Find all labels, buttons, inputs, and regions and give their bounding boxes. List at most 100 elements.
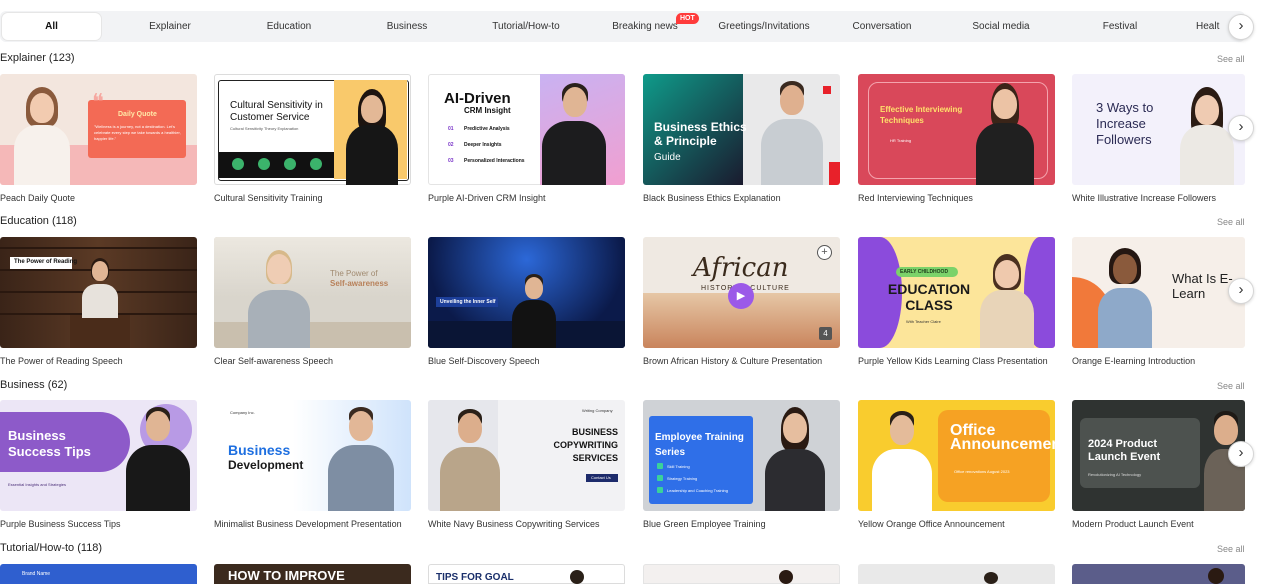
card-caption: Yellow Orange Office Announcement <box>858 519 1005 529</box>
template-card[interactable] <box>1072 564 1245 584</box>
avatar <box>759 81 825 185</box>
list-item: Skill Training <box>667 464 690 469</box>
explainer-next-button[interactable]: › <box>1228 115 1254 141</box>
template-card[interactable]: Employee Training Series Skill Training … <box>643 400 840 511</box>
template-card[interactable]: The Power of Reading <box>0 237 197 348</box>
card-heading: AI-Driven <box>444 90 511 107</box>
business-next-button[interactable]: › <box>1228 441 1254 467</box>
education-next-button[interactable]: › <box>1228 278 1254 304</box>
category-tab-bar: All Explainer Education Business Tutoria… <box>0 11 1245 42</box>
card-heading: African <box>693 253 789 283</box>
avatar <box>124 407 192 511</box>
send-icon <box>258 158 270 170</box>
card-heading: Effective Interviewing Techniques <box>880 105 963 125</box>
see-all-tutorial[interactable]: See all <box>1217 544 1245 554</box>
avatar <box>980 254 1034 348</box>
template-card[interactable]: What Is E-Learn <box>1072 237 1245 348</box>
template-card[interactable]: Brand Name <box>0 564 197 584</box>
card-heading: HOW TO IMPROVE <box>228 568 345 583</box>
card-subheading: Office renovations August 2023 <box>954 469 1010 474</box>
template-card[interactable]: TIPS FOR GOAL <box>428 564 625 584</box>
card-heading: Office Announcement <box>950 422 1055 453</box>
card-tag: EARLY CHILDHOOD <box>900 269 949 275</box>
template-card[interactable]: AI-Driven CRM Insight 01 Predictive Anal… <box>428 74 625 185</box>
tab-festival[interactable]: Festival <box>1080 11 1160 42</box>
template-card[interactable] <box>858 564 1055 584</box>
add-icon[interactable]: + <box>817 245 832 260</box>
card-caption: Purple AI-Driven CRM Insight <box>428 193 546 203</box>
tab-greetings[interactable]: Greetings/Invitations <box>710 11 818 42</box>
section-title-tutorial: Tutorial/How-to (118) <box>0 542 103 554</box>
slide-count-badge: 4 <box>819 327 832 340</box>
card-subheading: Self-awareness <box>330 279 389 288</box>
card-caption: Cultural Sensitivity Training <box>214 193 323 203</box>
chevron-right-icon: › <box>1238 281 1244 298</box>
template-card[interactable]: HOW TO IMPROVE <box>214 564 411 584</box>
card-heading: 2024 Product Launch Event <box>1088 438 1161 463</box>
card-caption: Peach Daily Quote <box>0 193 76 203</box>
card-heading: Cultural Sensitivity in Customer Service <box>230 100 323 123</box>
template-card[interactable] <box>643 564 840 584</box>
contact-button: Contact Us <box>591 475 611 480</box>
see-all-explainer[interactable]: See all <box>1217 54 1245 64</box>
template-card[interactable]: Unveiling the Inner Self <box>428 237 625 348</box>
avatar <box>512 274 556 348</box>
template-card[interactable]: Office Announcement Office renovations A… <box>858 400 1055 511</box>
see-all-education[interactable]: See all <box>1217 217 1245 227</box>
item-number: 03 <box>448 158 454 164</box>
template-card[interactable]: Company Inc. Business Development <box>214 400 411 511</box>
tab-tutorial[interactable]: Tutorial/How-to <box>476 11 576 42</box>
template-card[interactable]: Effective Interviewing Techniques HR Tra… <box>858 74 1055 185</box>
tab-education[interactable]: Education <box>249 11 329 42</box>
chat-icon <box>310 158 322 170</box>
card-subheading: CRM Insight <box>464 106 511 115</box>
avatar <box>974 81 1036 185</box>
card-subheading: With Teacher Claire <box>906 319 941 324</box>
card-subheading: HR Training <box>890 138 912 143</box>
tab-conversation[interactable]: Conversation <box>842 11 922 42</box>
list-item: Personalized Interactions <box>464 158 525 164</box>
chevron-right-icon: › <box>1238 17 1244 34</box>
item-number: 01 <box>448 126 454 132</box>
template-card[interactable]: 3 Ways to Increase Followers <box>1072 74 1245 185</box>
template-card[interactable]: African HISTORY & CULTURE ▶ + 4 <box>643 237 840 348</box>
card-caption: Blue Green Employee Training <box>643 519 766 529</box>
card-heading: Business Success Tips <box>8 428 91 459</box>
avatar <box>10 85 74 185</box>
template-card[interactable]: Business Success Tips Essential Insights… <box>0 400 197 511</box>
card-caption: Orange E-learning Introduction <box>1072 356 1196 366</box>
avatar <box>763 407 827 511</box>
card-caption: The Power of Reading Speech <box>0 356 123 366</box>
chevron-right-icon: › <box>1238 444 1244 461</box>
tab-social-media[interactable]: Social media <box>961 11 1041 42</box>
template-card[interactable]: 2024 Product Launch Event Revolutionizin… <box>1072 400 1245 511</box>
quote-mark-icon: ❝ <box>92 90 104 115</box>
quote-title: Daily Quote <box>118 111 157 118</box>
avatar <box>1176 87 1238 185</box>
tabs-next-button[interactable]: › <box>1228 14 1254 40</box>
template-card[interactable]: Cultural Sensitivity in Customer Service… <box>214 74 411 185</box>
avatar <box>326 407 396 511</box>
tab-business[interactable]: Business <box>367 11 447 42</box>
card-subheading: Essential Insights and Strategies <box>8 482 67 487</box>
template-card[interactable]: Daily Quote "Wellness is a journey, not … <box>0 74 197 185</box>
template-card[interactable]: The Power of Self-awareness <box>214 237 411 348</box>
card-caption: Red Interviewing Techniques <box>858 193 973 203</box>
card-caption: Brown African History & Culture Presenta… <box>643 356 823 366</box>
list-item: Deeper Insights <box>464 142 502 148</box>
card-caption: Clear Self-awareness Speech <box>214 356 334 366</box>
bullet-icon <box>657 463 663 469</box>
template-card[interactable]: EARLY CHILDHOOD EDUCATION CLASS With Tea… <box>858 237 1055 348</box>
lectern <box>70 315 130 348</box>
template-card[interactable]: Business Ethics & Principle Guide <box>643 74 840 185</box>
tab-explainer[interactable]: Explainer <box>130 11 210 42</box>
avatar <box>540 83 608 185</box>
avatar <box>438 409 502 511</box>
template-card[interactable]: Writing Company BUSINESS COPYWRITING SER… <box>428 400 625 511</box>
see-all-business[interactable]: See all <box>1217 381 1245 391</box>
list-item: Leadership and Coaching Training <box>667 488 728 493</box>
card-heading: The Power of <box>330 269 378 278</box>
play-icon[interactable]: ▶ <box>728 283 754 309</box>
tab-all[interactable]: All <box>2 13 101 40</box>
phone-icon <box>232 158 244 170</box>
